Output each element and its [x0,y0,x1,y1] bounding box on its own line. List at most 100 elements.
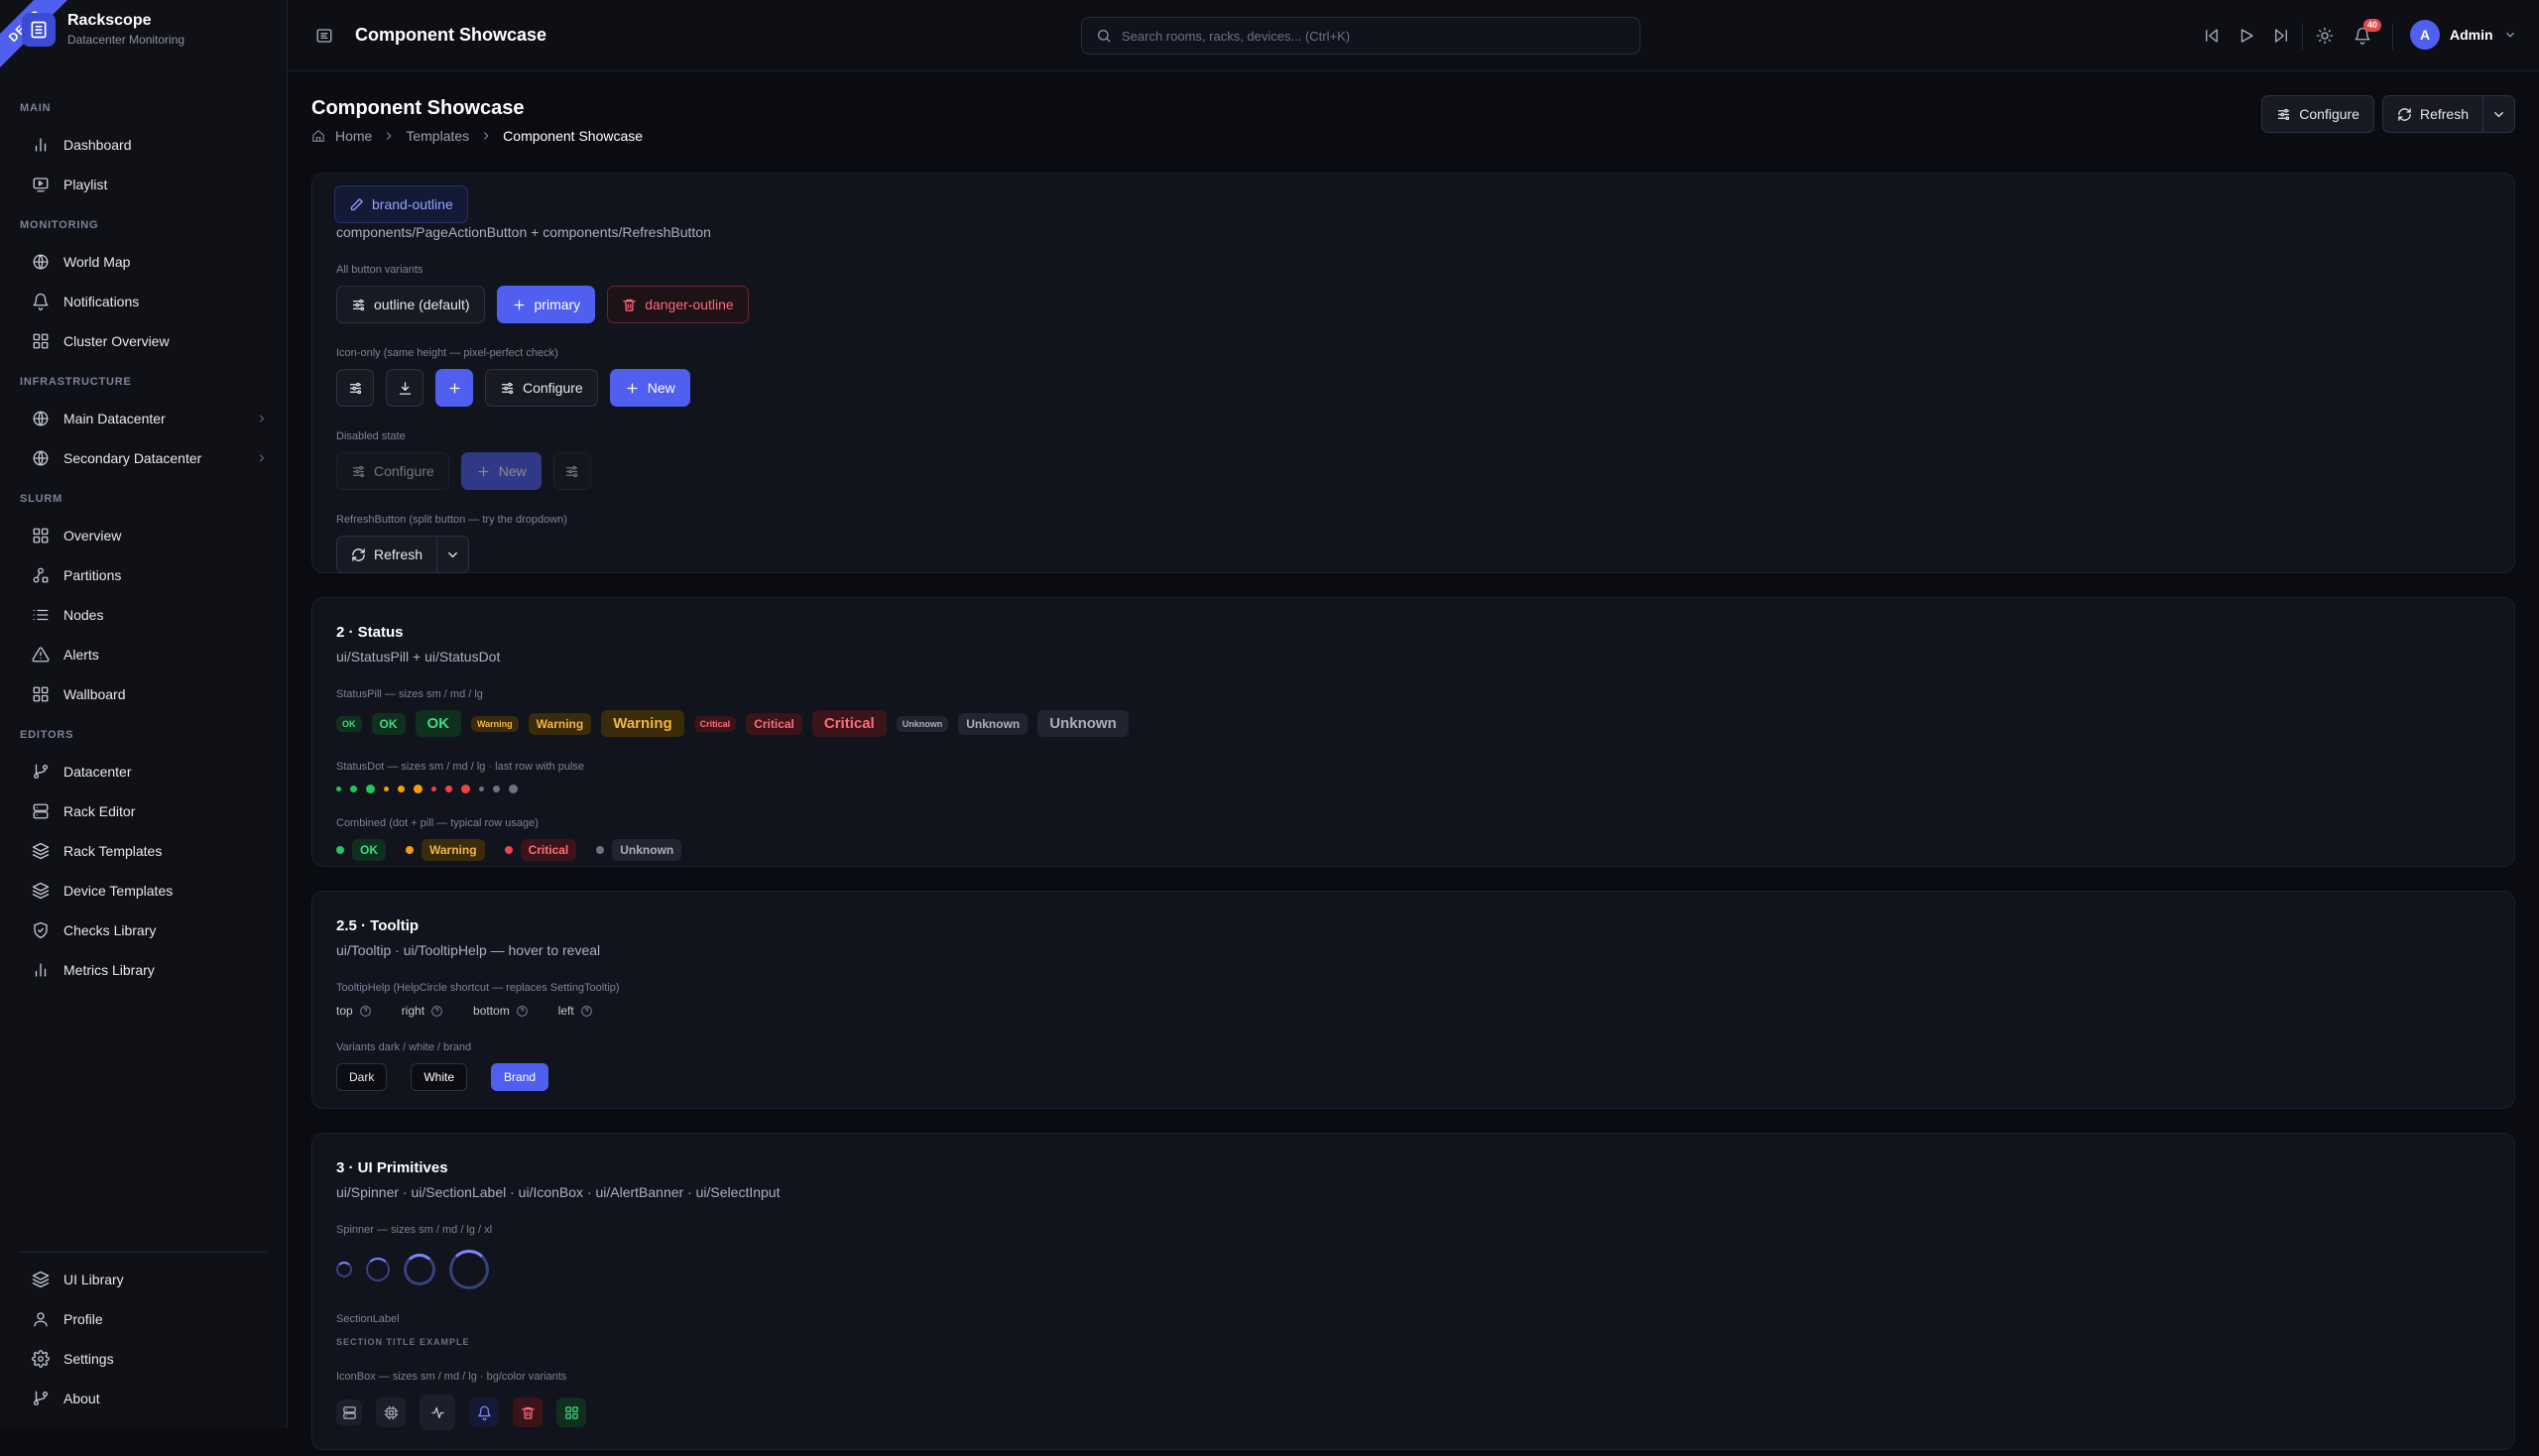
configure-button[interactable]: Configure [2261,95,2374,133]
primary-button[interactable]: primary [496,286,596,323]
playlist-icon [32,176,50,193]
help-circle-icon[interactable] [580,1005,593,1018]
sidebar-item-settings[interactable]: Settings [0,1339,288,1379]
sidebar-toggle-icon[interactable] [313,25,335,47]
section-title: 1 · Page Actions [336,199,2490,216]
notification-count-badge: 40 [2363,19,2382,32]
refresh-button[interactable]: Refresh [336,536,438,573]
status-dot-ok [336,846,344,854]
statuspill-label: StatusPill — sizes sm / md / lg [336,688,483,700]
help-circle-icon[interactable] [359,1005,372,1018]
page-actions: Configure Refresh [2261,95,2515,133]
help-circle-icon[interactable] [430,1005,443,1018]
sidebar-item-alerts[interactable]: Alerts [0,635,288,674]
user-menu[interactable]: A Admin [2410,20,2517,50]
tooltip-bottom[interactable]: bottom [473,1004,529,1018]
sidebar-item-partitions[interactable]: Partitions [0,555,288,595]
status-dot-critical [461,785,470,793]
sidebar-item-device-templates[interactable]: Device Templates [0,871,288,910]
sidebar-item-main-datacenter[interactable]: Main Datacenter [0,399,288,438]
trash-icon [622,298,637,312]
iconbox-grid [556,1397,586,1427]
theme-toggle-icon[interactable] [2314,25,2336,47]
list-icon [32,606,50,624]
sliders-icon [351,298,366,312]
breadcrumb-home[interactable]: Home [335,128,372,144]
sidebar-item-datacenter[interactable]: Datacenter [0,752,288,791]
download-icon-button[interactable] [386,369,423,407]
danger-outline-button[interactable]: danger-outline [607,286,749,323]
brand-outline-button[interactable]: brand-outline [334,185,468,223]
section-subtitle: components/PageActionButton + components… [336,224,711,240]
sidebar-item-world-map[interactable]: World Map [0,242,288,282]
skip-back-icon[interactable] [2201,25,2223,47]
sidebar-item-ui-library[interactable]: UI Library [0,1260,288,1299]
sidebar-item-about[interactable]: About [0,1379,288,1418]
breadcrumb: Home Templates Component Showcase [311,128,643,144]
combined-label: Combined (dot + pill — typical row usage… [336,817,539,829]
tooltip-variant-dark[interactable]: Dark [336,1063,388,1091]
new-button[interactable]: New [609,369,690,407]
breadcrumb-templates[interactable]: Templates [406,128,469,144]
section-title: 2.5 · Tooltip [336,917,420,934]
tooltip-variant-brand[interactable]: Brand [491,1063,549,1091]
status-pill-unknown: Unknown [612,839,682,861]
sidebar-item-metrics-library[interactable]: Metrics Library [0,950,288,990]
sidebar-item-label: Notifications [63,294,140,309]
sidebar-item-label: Profile [63,1311,103,1327]
status-pill-critical-md: Critical [746,712,802,735]
bar-chart-icon [32,961,50,979]
sidebar-item-wallboard[interactable]: Wallboard [0,674,288,714]
sidebar-item-nodes[interactable]: Nodes [0,595,288,635]
grid-icon [32,527,50,545]
search-input[interactable] [1122,28,1618,44]
sidebar-item-label: Datacenter [63,764,132,780]
sidebar-item-label: Dashboard [63,137,132,153]
sidebar-item-dashboard[interactable]: Dashboard [0,125,288,165]
tooltip-left[interactable]: left [558,1004,593,1018]
sidebar-item-notifications[interactable]: Notifications [0,282,288,321]
sliders-icon [2276,107,2291,122]
sidebar-item-rack-editor[interactable]: Rack Editor [0,791,288,831]
sliders-icon [564,464,579,479]
sidebar-item-playlist[interactable]: Playlist [0,165,288,204]
tooltip-top[interactable]: top [336,1004,372,1018]
play-icon[interactable] [2236,25,2257,47]
global-search[interactable] [1081,17,1640,55]
section-subtitle: ui/Spinner · ui/SectionLabel · ui/IconBo… [336,1184,781,1200]
tooltip-variant-white[interactable]: White [411,1063,468,1091]
configure-button[interactable]: Configure [485,369,598,407]
outline-button[interactable]: outline (default) [336,286,485,323]
alert-triangle-icon [32,646,50,664]
plus-icon-button[interactable] [435,369,473,407]
status-dot-warning [406,846,414,854]
sidebar-item-label: Rack Templates [63,843,163,859]
layers-icon [32,1271,50,1288]
sidebar-item-label: Cluster Overview [63,333,170,349]
sidebar-item-label: Device Templates [63,883,174,899]
skip-forward-icon[interactable] [2270,25,2292,47]
sliders-icon-button-disabled [552,452,591,490]
brand[interactable]: Rackscope Datacenter Monitoring [22,12,184,47]
sidebar-item-overview[interactable]: Overview [0,516,288,555]
sidebar-item-label: UI Library [63,1272,124,1287]
sidebar-item-checks-library[interactable]: Checks Library [0,910,288,950]
sliders-icon-button[interactable] [336,369,374,407]
refresh-dropdown-button[interactable] [437,536,470,573]
help-circle-icon[interactable] [516,1005,529,1018]
sidebar-item-label: Main Datacenter [63,411,166,426]
tooltiphelp-label: TooltipHelp (HelpCircle shortcut — repla… [336,982,620,994]
layers-icon [32,882,50,900]
sidebar-item-rack-templates[interactable]: Rack Templates [0,831,288,871]
sidebar-item-label: Secondary Datacenter [63,450,202,466]
sidebar-item-cluster-overview[interactable]: Cluster Overview [0,321,288,361]
status-pill-warning-sm: Warning [471,715,519,732]
refresh-button[interactable]: Refresh [2381,95,2483,133]
download-icon [398,381,413,396]
tooltip-right[interactable]: right [402,1004,443,1018]
sidebar-item-secondary-datacenter[interactable]: Secondary Datacenter [0,438,288,478]
section-title: 2 · Status [336,624,404,641]
status-dot-warning [398,786,405,792]
sidebar-item-profile[interactable]: Profile [0,1299,288,1339]
refresh-dropdown-button[interactable] [2483,95,2515,133]
